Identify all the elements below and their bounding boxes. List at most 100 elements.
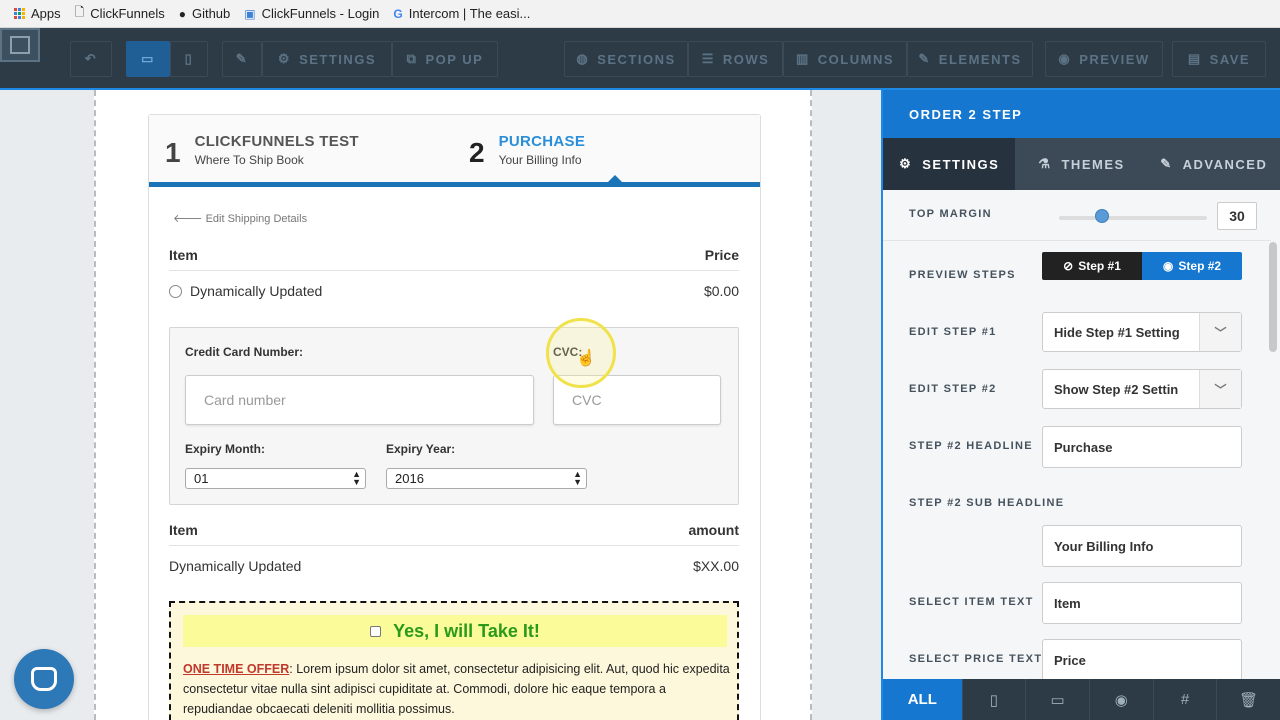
css-id-button[interactable]: # bbox=[1152, 679, 1217, 720]
step-2-number: 2 bbox=[469, 137, 485, 168]
save-icon: ▤ bbox=[1187, 51, 1202, 66]
desktop-only-button[interactable]: ▭ bbox=[1025, 679, 1089, 720]
credit-card-box: Credit Card Number: CVC: Card number CVC… bbox=[169, 327, 739, 505]
page-content-area: 1 CLICKFUNNELS TEST Where To Ship Book 2… bbox=[94, 90, 812, 720]
offer-checkbox[interactable] bbox=[370, 625, 382, 637]
mobile-view-button[interactable]: ▯ bbox=[170, 41, 208, 77]
tab-advanced-label: ADVANCED bbox=[1182, 156, 1268, 172]
step2-headline-label: STEP #2 HEADLINE bbox=[909, 440, 1033, 452]
mobile-icon: ▯ bbox=[989, 691, 999, 709]
edit-step2-label: EDIT STEP #2 bbox=[909, 383, 997, 395]
tab-advanced[interactable]: ✎ ADVANCED bbox=[1147, 138, 1280, 190]
visibility-button[interactable]: ◉ bbox=[1088, 679, 1153, 720]
select-price-text-input[interactable]: Price bbox=[1042, 639, 1242, 681]
preview-steps-toggle: ⊘ Step #1 ◉ Step #2 bbox=[1042, 252, 1242, 280]
divider bbox=[883, 240, 1271, 241]
sections-button[interactable]: ◍ SECTIONS bbox=[564, 41, 688, 77]
save-label: SAVE bbox=[1209, 51, 1251, 67]
tab-settings-label: SETTINGS bbox=[922, 156, 1000, 172]
step2-headline-input[interactable]: Purchase bbox=[1042, 426, 1242, 468]
hand-cursor-icon: ☝ bbox=[576, 350, 596, 367]
bookmark-label: ClickFunnels - Login bbox=[261, 6, 380, 21]
select-arrows-icon: ▲ ▼ bbox=[352, 469, 361, 487]
item-radio[interactable] bbox=[169, 285, 182, 298]
tab-themes[interactable]: ⚗ THEMES bbox=[1015, 138, 1148, 190]
step-header: 1 CLICKFUNNELS TEST Where To Ship Book 2… bbox=[149, 115, 760, 187]
bookmark-clickfunnels-login[interactable]: ▣ ClickFunnels - Login bbox=[244, 6, 379, 21]
order-bump-offer[interactable]: Yes, I will Take It! ONE TIME OFFER: Lor… bbox=[169, 601, 739, 720]
step-1[interactable]: 1 CLICKFUNNELS TEST Where To Ship Book bbox=[165, 133, 359, 169]
divider bbox=[169, 270, 739, 271]
select-item-text-value: Item bbox=[1054, 595, 1081, 611]
col-item: Item bbox=[169, 247, 198, 263]
top-margin-slider-handle[interactable] bbox=[1095, 209, 1109, 223]
intercom-launcher[interactable] bbox=[14, 649, 74, 709]
preview-step2-button[interactable]: ◉ Step #2 bbox=[1142, 252, 1242, 280]
preview-label: PREVIEW bbox=[1079, 51, 1150, 67]
expiry-month-select[interactable]: 01 ▲ ▼ bbox=[185, 468, 366, 489]
apps-grid-icon bbox=[14, 8, 25, 19]
wrench-icon: ✎ bbox=[1160, 156, 1173, 171]
delete-button[interactable]: 🗑 bbox=[1216, 679, 1280, 720]
desktop-view-button[interactable]: ▭ bbox=[126, 41, 170, 77]
eye-icon: ◉ bbox=[1162, 259, 1174, 273]
save-button[interactable]: ▤ SAVE bbox=[1172, 41, 1266, 77]
popup-button[interactable]: ⧉ POP UP bbox=[392, 41, 498, 77]
edit-step1-value: Hide Step #1 Setting bbox=[1054, 324, 1180, 340]
panel-tabs: ⚙ SETTINGS ⚗ THEMES ✎ ADVANCED bbox=[883, 138, 1280, 190]
eye-icon: ◉ bbox=[1058, 51, 1072, 66]
step2-subheadline-input[interactable]: Your Billing Info bbox=[1042, 525, 1242, 567]
mobile-only-button[interactable]: ▯ bbox=[961, 679, 1026, 720]
settings-button[interactable]: ⚙ SETTINGS bbox=[262, 41, 392, 77]
step-2-headline: PURCHASE bbox=[498, 133, 586, 150]
chat-icon bbox=[31, 667, 57, 691]
preview-button[interactable]: ◉ PREVIEW bbox=[1045, 41, 1163, 77]
tools-button[interactable]: ✎ bbox=[222, 41, 262, 77]
expiry-month-label: Expiry Month: bbox=[185, 442, 265, 456]
rows-button[interactable]: ☰ ROWS bbox=[688, 41, 783, 77]
panel-footer: ALL ▯ ▭ ◉ # 🗑 bbox=[883, 679, 1280, 720]
panel-scrollbar[interactable] bbox=[1269, 242, 1277, 352]
card-number-input[interactable]: Card number bbox=[185, 375, 534, 425]
preview-step1-button[interactable]: ⊘ Step #1 bbox=[1042, 252, 1142, 280]
top-margin-slider[interactable] bbox=[1059, 216, 1207, 220]
step2-subheadline-value: Your Billing Info bbox=[1054, 538, 1154, 554]
desktop-icon: ▭ bbox=[1050, 691, 1065, 709]
undo-button[interactable]: ↶ bbox=[70, 41, 112, 77]
eye-slash-icon: ⊘ bbox=[1063, 259, 1074, 273]
edit-step2-select[interactable]: Show Step #2 Settin ﹀ bbox=[1042, 369, 1242, 409]
expiry-year-select[interactable]: 2016 ▲ ▼ bbox=[386, 468, 587, 489]
wrench-icon: ✎ bbox=[235, 51, 249, 66]
offer-headline-bar[interactable]: Yes, I will Take It! bbox=[183, 615, 727, 647]
expiry-month-value: 01 bbox=[194, 471, 209, 486]
edit-step1-select[interactable]: Hide Step #1 Setting ﹀ bbox=[1042, 312, 1242, 352]
show-all-button[interactable]: ALL bbox=[883, 679, 962, 720]
order-two-step-form[interactable]: 1 CLICKFUNNELS TEST Where To Ship Book 2… bbox=[148, 114, 761, 720]
gears-icon: ⚙ bbox=[277, 51, 292, 66]
bookmark-github[interactable]: ● Github bbox=[179, 6, 231, 21]
step-2[interactable]: 2 PURCHASE Your Billing Info bbox=[469, 133, 585, 169]
step2-headline-value: Purchase bbox=[1054, 439, 1113, 455]
columns-button[interactable]: ▥ COLUMNS bbox=[783, 41, 907, 77]
bookmark-apps[interactable]: Apps bbox=[14, 6, 61, 21]
trash-icon: 🗑 bbox=[1239, 691, 1259, 709]
col-item: Item bbox=[169, 522, 198, 538]
clickfunnels-logo[interactable] bbox=[0, 28, 40, 62]
sections-icon: ◍ bbox=[576, 51, 590, 66]
edit-shipping-link[interactable]: 🡐 Edit Shipping Details bbox=[173, 211, 307, 225]
bookmark-label: Github bbox=[191, 6, 231, 21]
top-margin-value[interactable]: 30 bbox=[1217, 202, 1257, 230]
row-item: Dynamically Updated bbox=[190, 283, 323, 299]
elements-icon: ✎ bbox=[918, 51, 931, 66]
bookmark-clickfunnels[interactable]: 🗋 ClickFunnels bbox=[75, 3, 165, 24]
tab-settings[interactable]: ⚙ SETTINGS bbox=[883, 138, 1016, 190]
row-price: $0.00 bbox=[703, 283, 739, 299]
bookmark-intercom[interactable]: G Intercom | The easi... bbox=[393, 6, 530, 21]
step-1-number: 1 bbox=[165, 137, 181, 168]
offer-description: ONE TIME OFFER: Lorem ipsum dolor sit am… bbox=[183, 659, 731, 719]
elements-button[interactable]: ✎ ELEMENTS bbox=[907, 41, 1033, 77]
active-step-caret bbox=[607, 175, 623, 183]
sections-label: SECTIONS bbox=[597, 51, 676, 67]
select-item-text-input[interactable]: Item bbox=[1042, 582, 1242, 624]
chevron-down-icon: ﹀ bbox=[1199, 370, 1241, 408]
